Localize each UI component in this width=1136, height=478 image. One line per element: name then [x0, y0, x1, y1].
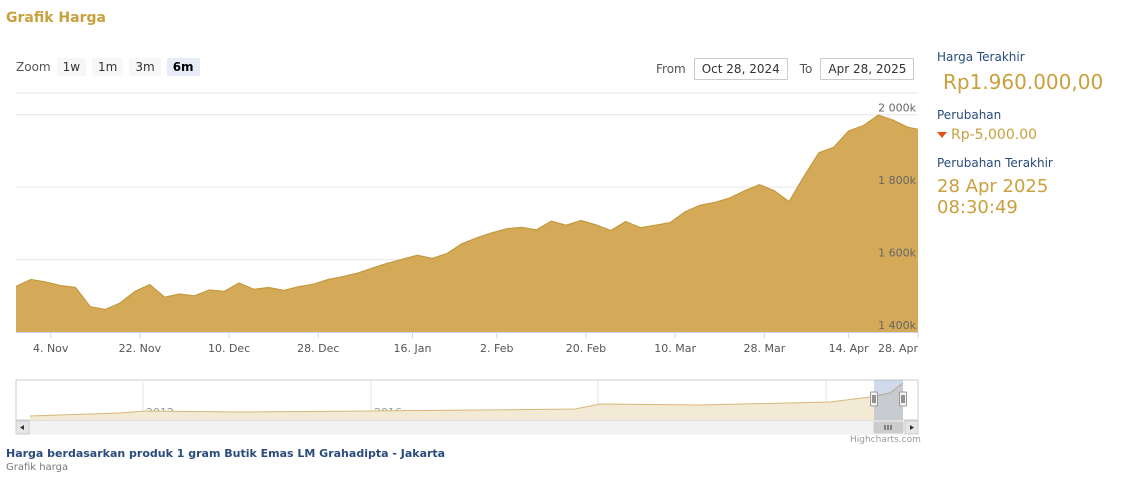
last-price-label: Harga Terakhir	[937, 50, 1025, 64]
scrollbar-track[interactable]	[15, 420, 919, 435]
last-update-label: Perubahan Terakhir	[937, 156, 1053, 170]
x-tick-label-1: 22. Nov	[119, 342, 162, 355]
change-label: Perubahan	[937, 108, 1002, 122]
y-tick-label-0: 1 400k	[878, 319, 916, 332]
x-tick-label-0: 4. Nov	[33, 342, 69, 355]
price-chart: 1 400k 1 600k 1 800k 2 000k 4. Nov 22. Nov 10.…	[15, 92, 919, 435]
x-tick-label-6: 20. Feb	[566, 342, 606, 355]
x-tick-label-10: 28. Apr	[878, 342, 918, 355]
highcharts-credits[interactable]: Highcharts.com	[850, 435, 921, 445]
navigator-handle-0[interactable]	[870, 391, 878, 407]
chart-caption: Harga berdasarkan produk 1 gram Butik Em…	[6, 447, 446, 460]
x-tick-label-4: 16. Jan	[394, 342, 432, 355]
x-tick-label-7: 10. Mar	[654, 342, 696, 355]
price-summary-panel: Harga Terakhir Rp1.960.000,00 Perubahan …	[937, 50, 1132, 218]
y-tick-label-2: 1 800k	[878, 174, 916, 187]
x-tick-label-3: 28. Dec	[297, 342, 339, 355]
change-value-row: Rp-5,000.00	[937, 127, 1132, 143]
x-tick-label-9: 14. Apr	[829, 342, 869, 355]
change-value: Rp-5,000.00	[951, 127, 1038, 143]
x-tick-label-8: 28. Mar	[743, 342, 785, 355]
down-arrow-icon	[937, 132, 947, 138]
x-tick-label-5: 2. Feb	[480, 342, 513, 355]
navigator-selection	[874, 380, 903, 420]
x-tick-label-2: 10. Dec	[208, 342, 250, 355]
last-update-value: 28 Apr 2025 08:30:49	[937, 176, 1049, 218]
y-tick-label-3: 2 000k	[878, 102, 916, 115]
chart-subcaption: Grafik harga	[6, 462, 69, 473]
price-area	[16, 115, 918, 332]
navigator-handle-1[interactable]	[899, 391, 907, 407]
y-tick-label-1: 1 600k	[878, 247, 916, 260]
last-price-value: Rp1.960.000,00	[943, 70, 1104, 94]
